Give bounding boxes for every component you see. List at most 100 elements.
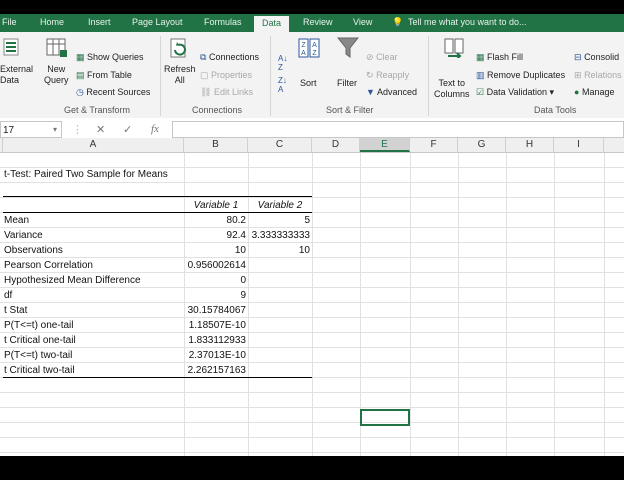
header-variable-1[interactable]: Variable 1 bbox=[186, 198, 246, 213]
gridline bbox=[554, 153, 555, 456]
variable-2-value[interactable] bbox=[250, 318, 310, 333]
name-box-dropdown-icon[interactable]: ▾ bbox=[53, 125, 57, 134]
tell-me-search[interactable]: Tell me what you want to do... bbox=[408, 17, 527, 27]
gridline bbox=[458, 153, 459, 456]
properties-button[interactable]: ▢ Properties bbox=[200, 70, 252, 81]
filter-button[interactable]: Filter bbox=[334, 32, 362, 102]
connections-button[interactable]: ⧉ Connections bbox=[200, 52, 259, 63]
advanced-filter-button[interactable]: ▼ Advanced bbox=[366, 87, 417, 98]
ribbon-separator bbox=[160, 36, 161, 116]
new-query-button[interactable]: New Query bbox=[40, 32, 74, 102]
refresh-all-button[interactable]: Refresh All bbox=[162, 32, 196, 102]
remove-duplicates-button[interactable]: ▥ Remove Duplicates bbox=[476, 70, 565, 81]
connections-label: Connections bbox=[208, 52, 259, 62]
show-queries-button[interactable]: ▦ Show Queries bbox=[76, 52, 144, 63]
variable-2-value[interactable] bbox=[250, 303, 310, 318]
reapply-button[interactable]: ↻ Reapply bbox=[366, 70, 409, 81]
manage-data-model-button[interactable]: ● Manage bbox=[574, 87, 614, 98]
variable-1-value[interactable]: 2.37013E-10 bbox=[186, 348, 246, 363]
tab-file[interactable]: File bbox=[2, 17, 17, 27]
column-header-i[interactable]: I bbox=[554, 138, 604, 152]
variable-2-value[interactable] bbox=[250, 333, 310, 348]
gridline bbox=[312, 153, 313, 456]
reapply-icon: ↻ bbox=[366, 70, 374, 80]
sort-a-to-z-button[interactable]: A↓ Z bbox=[278, 54, 287, 72]
tab-view[interactable]: View bbox=[353, 17, 372, 27]
row-label[interactable]: t Critical one-tail bbox=[4, 333, 76, 348]
relationships-button[interactable]: ⊞ Relations bbox=[574, 70, 622, 81]
variable-1-value[interactable]: 9 bbox=[186, 288, 246, 303]
variable-2-value[interactable] bbox=[250, 258, 310, 273]
row-label[interactable]: df bbox=[4, 288, 12, 303]
tab-review[interactable]: Review bbox=[303, 17, 333, 27]
clear-filter-button[interactable]: ⊘ Clear bbox=[366, 52, 398, 63]
sort-button[interactable]: Z A A Z Sort bbox=[296, 32, 324, 102]
gridline bbox=[506, 153, 507, 456]
row-label[interactable]: t Stat bbox=[4, 303, 27, 318]
tab-home[interactable]: Home bbox=[40, 17, 64, 27]
row-label[interactable]: Variance bbox=[4, 228, 43, 243]
column-header-g[interactable]: G bbox=[458, 138, 506, 152]
variable-1-value[interactable]: 0 bbox=[186, 273, 246, 288]
row-label[interactable]: t Critical two-tail bbox=[4, 363, 75, 378]
show-queries-icon: ▦ bbox=[76, 52, 85, 62]
header-variable-2[interactable]: Variable 2 bbox=[250, 198, 310, 213]
variable-1-value[interactable]: 1.18507E-10 bbox=[186, 318, 246, 333]
tab-data[interactable]: Data bbox=[254, 16, 290, 32]
edit-links-button[interactable]: ⛓ Edit Links bbox=[200, 87, 253, 98]
recent-sources-button[interactable]: ◷ Recent Sources bbox=[76, 87, 150, 98]
tab-insert[interactable]: Insert bbox=[88, 17, 111, 27]
variable-2-value[interactable]: 3.333333333 bbox=[250, 228, 310, 243]
variable-2-value[interactable] bbox=[250, 288, 310, 303]
text-to-columns-icon bbox=[444, 38, 464, 58]
output-title[interactable]: t-Test: Paired Two Sample for Means bbox=[4, 167, 168, 182]
column-header-b[interactable]: B bbox=[184, 138, 248, 152]
relationships-label: Relations bbox=[584, 70, 622, 80]
svg-text:Z: Z bbox=[312, 50, 317, 57]
data-validation-button[interactable]: ☑ Data Validation ▾ bbox=[476, 87, 554, 98]
variable-1-value[interactable]: 1.833112933 bbox=[186, 333, 246, 348]
variable-2-value[interactable] bbox=[250, 348, 310, 363]
column-header-f[interactable]: F bbox=[410, 138, 458, 152]
active-cell-selection[interactable] bbox=[360, 409, 410, 426]
tab-formulas[interactable]: Formulas bbox=[204, 17, 242, 27]
row-label[interactable]: P(T<=t) one-tail bbox=[4, 318, 73, 333]
from-table-button[interactable]: ▤ From Table bbox=[76, 70, 132, 81]
row-label[interactable]: Pearson Correlation bbox=[4, 258, 93, 273]
column-header-e[interactable]: E bbox=[360, 138, 410, 152]
sort-z-to-a-button[interactable]: Z↓ A bbox=[278, 76, 287, 94]
variable-1-value[interactable]: 80.2 bbox=[186, 213, 246, 228]
variable-1-value[interactable]: 10 bbox=[186, 243, 246, 258]
cancel-icon[interactable]: ✕ bbox=[96, 123, 105, 136]
variable-2-value[interactable]: 5 bbox=[250, 213, 310, 228]
variable-1-value[interactable]: 0.956002614 bbox=[186, 258, 246, 273]
variable-1-value[interactable]: 2.262157163 bbox=[186, 363, 246, 378]
variable-2-value[interactable] bbox=[250, 363, 310, 378]
row-label[interactable]: P(T<=t) two-tail bbox=[4, 348, 72, 363]
variable-1-value[interactable]: 92.4 bbox=[186, 228, 246, 243]
formula-input[interactable] bbox=[172, 121, 624, 138]
consolidate-button[interactable]: ⊟ Consolid bbox=[574, 52, 619, 63]
gridline bbox=[0, 347, 624, 348]
insert-function-icon[interactable]: fx bbox=[151, 123, 159, 135]
row-label[interactable]: Mean bbox=[4, 213, 29, 228]
new-query-label: New Query bbox=[44, 64, 69, 85]
tab-page-layout[interactable]: Page Layout bbox=[132, 17, 183, 27]
worksheet-grid[interactable]: t-Test: Paired Two Sample for Means Vari… bbox=[0, 153, 624, 456]
column-header-c[interactable]: C bbox=[248, 138, 312, 152]
column-header-a[interactable]: A bbox=[3, 138, 184, 152]
variable-2-value[interactable] bbox=[250, 273, 310, 288]
row-label[interactable]: Observations bbox=[4, 243, 63, 258]
text-to-columns-button[interactable]: Text to Columns bbox=[432, 32, 474, 102]
column-header-d[interactable]: D bbox=[312, 138, 360, 152]
row-label[interactable]: Hypothesized Mean Difference bbox=[4, 273, 141, 288]
column-header-h[interactable]: H bbox=[506, 138, 554, 152]
external-data-button[interactable]: External Data bbox=[0, 32, 38, 102]
flash-fill-button[interactable]: ▦ Flash Fill bbox=[476, 52, 523, 63]
enter-icon[interactable]: ✓ bbox=[123, 123, 132, 136]
variable-1-value[interactable]: 30.15784067 bbox=[186, 303, 246, 318]
sort-descending-icon: Z↓ A bbox=[278, 76, 287, 94]
variable-2-value[interactable]: 10 bbox=[250, 243, 310, 258]
reapply-label: Reapply bbox=[376, 70, 410, 80]
gridline bbox=[0, 392, 624, 393]
